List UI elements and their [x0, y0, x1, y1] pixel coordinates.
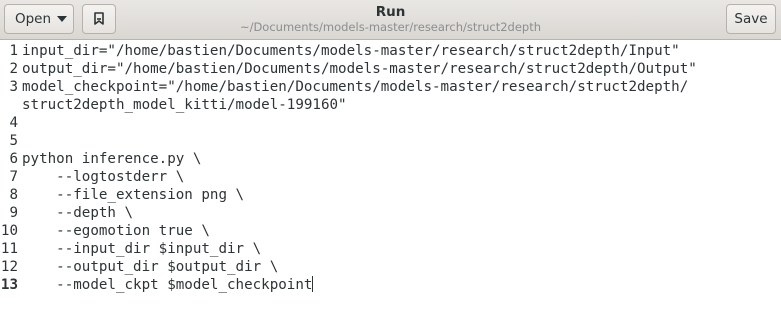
- line-number: 11: [0, 241, 18, 257]
- line-number: 3: [9, 79, 18, 95]
- new-document-icon: [94, 12, 104, 25]
- line-number: 4: [9, 115, 18, 131]
- editor-line[interactable]: 6 python inference.py \: [0, 150, 781, 168]
- line-number: 7: [9, 169, 18, 185]
- editor-line[interactable]: 8 --file_extension png \: [0, 186, 781, 204]
- editor-line[interactable]: 11 --input_dir $input_dir \: [0, 240, 781, 258]
- document-path: ~/Documents/models-master/research/struc…: [239, 20, 542, 34]
- text-editor-window: Open Run ~/Documents/models-master/resea…: [0, 0, 781, 316]
- document-title: Run: [375, 4, 406, 20]
- line-text: --logtostderr \: [22, 169, 185, 185]
- header-bar: Open Run ~/Documents/models-master/resea…: [0, 0, 781, 40]
- editor-line[interactable]: struct2depth_model_kitti/model-199160": [0, 96, 781, 114]
- line-number: 10: [0, 223, 18, 239]
- line-number: 9: [9, 205, 18, 221]
- line-text: model_checkpoint="/home/bastien/Document…: [22, 79, 689, 95]
- editor-line[interactable]: 2 output_dir="/home/bastien/Documents/mod…: [0, 60, 781, 78]
- line-text: output_dir="/home/bastien/Documents/mode…: [22, 61, 697, 77]
- open-button-label: Open: [14, 11, 52, 27]
- line-text: --depth \: [22, 205, 134, 221]
- editor-line[interactable]: 4: [0, 114, 781, 132]
- line-number: 5: [9, 133, 18, 149]
- line-text: python inference.py \: [22, 151, 202, 167]
- line-number: 2: [9, 61, 18, 77]
- new-document-button[interactable]: [82, 4, 116, 34]
- line-text: --output_dir $output_dir \: [22, 259, 279, 275]
- line-number: 1: [9, 43, 18, 59]
- editor-line[interactable]: 10 --egomotion true \: [0, 222, 781, 240]
- editor-line[interactable]: 13 --model_ckpt $model_checkpoint: [0, 276, 781, 294]
- line-text: --file_extension png \: [22, 187, 245, 203]
- title-area: Run ~/Documents/models-master/research/s…: [150, 4, 631, 35]
- editor-line[interactable]: 9 --depth \: [0, 204, 781, 222]
- line-text: --input_dir $input_dir \: [22, 241, 262, 257]
- line-text: --model_ckpt $model_checkpoint: [22, 276, 314, 293]
- editor-line[interactable]: 3 model_checkpoint="/home/bastien/Documen…: [0, 78, 781, 96]
- line-text: input_dir="/home/bastien/Documents/model…: [22, 43, 680, 59]
- line-text: struct2depth_model_kitti/model-199160": [22, 97, 347, 113]
- open-button[interactable]: Open: [4, 4, 74, 34]
- editor-line[interactable]: 7 --logtostderr \: [0, 168, 781, 186]
- line-number: 6: [9, 151, 18, 167]
- editor-line[interactable]: 1 input_dir="/home/bastien/Documents/mode…: [0, 42, 781, 60]
- save-button[interactable]: Save: [726, 4, 776, 34]
- line-number: 8: [9, 187, 18, 203]
- line-number: 13: [0, 277, 18, 293]
- chevron-down-icon: [57, 16, 68, 22]
- code-editor[interactable]: 1 input_dir="/home/bastien/Documents/mode…: [0, 40, 781, 316]
- editor-line[interactable]: 12 --output_dir $output_dir \: [0, 258, 781, 276]
- line-text: --egomotion true \: [22, 223, 210, 239]
- line-number: 12: [0, 259, 18, 275]
- editor-line[interactable]: 5: [0, 132, 781, 150]
- text-cursor: [312, 276, 314, 292]
